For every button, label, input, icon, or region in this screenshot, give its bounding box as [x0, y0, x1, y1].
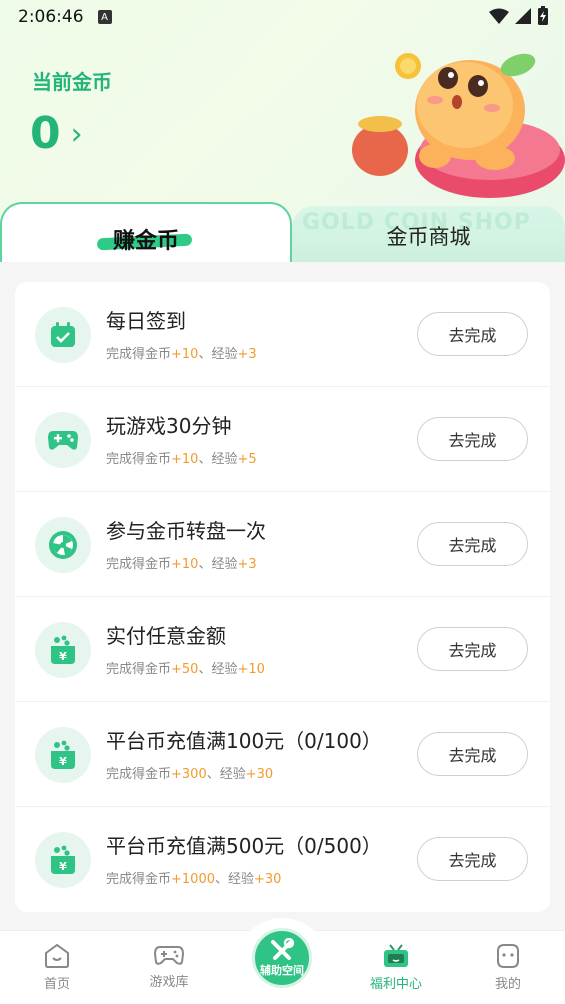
nav-assist-label: 辅助空间: [260, 964, 304, 977]
task-reward: 完成得金币+10、经验+3: [106, 557, 257, 572]
task-reward: 完成得金币+300、经验+30: [106, 767, 274, 782]
tools-icon: [271, 938, 295, 960]
wifi-icon: [489, 8, 509, 24]
coin-label: 当前金币: [32, 70, 112, 94]
task-title: 参与金币转盘一次: [106, 519, 266, 543]
task-item: 参与金币转盘一次 完成得金币+10、经验+3 去完成: [15, 492, 550, 597]
tab-earn-label: 赚金币: [112, 229, 179, 254]
signal-icon: [515, 8, 531, 24]
task-title: 玩游戏30分钟: [106, 414, 232, 438]
nav-assist-space[interactable]: 辅助空间: [252, 928, 312, 988]
yen-pouch-icon: ¥: [35, 727, 91, 783]
go-complete-button[interactable]: 去完成: [417, 417, 528, 461]
go-complete-button[interactable]: 去完成: [417, 312, 528, 356]
nav-mine-label: 我的: [494, 977, 521, 992]
task-list: 每日签到 完成得金币+10、经验+3 去完成 玩游戏30分钟 完成得金币+10、…: [15, 282, 550, 912]
calendar-check-icon: [35, 307, 91, 363]
gamepad-icon: [154, 946, 184, 965]
coin-value: 0: [30, 108, 61, 159]
status-bar: 2:06:46 A: [0, 0, 565, 34]
task-reward: 完成得金币+1000、经验+30: [106, 872, 282, 887]
status-icons: [489, 6, 549, 26]
home-icon: [45, 943, 69, 968]
task-title: 平台币充值满500元（0/500）: [106, 834, 382, 858]
svg-text:¥: ¥: [59, 650, 67, 663]
svg-text:¥: ¥: [59, 860, 67, 873]
task-reward: 完成得金币+10、经验+3: [106, 347, 257, 362]
tab-coin-shop[interactable]: GOLD COIN SHOP 金币商城: [292, 206, 565, 266]
yen-pouch-icon: ¥: [35, 832, 91, 888]
go-complete-button[interactable]: 去完成: [417, 627, 528, 671]
task-item: ¥ 实付任意金额 完成得金币+50、经验+10 去完成: [15, 597, 550, 702]
nav-welfare[interactable]: 福利中心: [356, 943, 436, 992]
go-complete-button[interactable]: 去完成: [417, 522, 528, 566]
notification-a-icon: A: [97, 10, 112, 24]
coin-balance[interactable]: 0 ›: [30, 108, 83, 159]
tab-bar: 赚金币 GOLD COIN SHOP 金币商城: [0, 202, 565, 274]
task-title: 平台币充值满100元（0/100）: [106, 729, 382, 753]
nav-games-label: 游戏库: [149, 975, 189, 990]
nav-home[interactable]: 首页: [17, 943, 97, 992]
peach-mascot-illustration: [352, 53, 565, 198]
task-reward: 完成得金币+10、经验+5: [106, 452, 257, 467]
nav-welfare-label: 福利中心: [369, 977, 422, 992]
go-complete-button[interactable]: 去完成: [417, 732, 528, 776]
yen-pouch-icon: ¥: [35, 622, 91, 678]
wheel-icon: [35, 517, 91, 573]
svg-text:¥: ¥: [59, 755, 67, 768]
task-item: 玩游戏30分钟 完成得金币+10、经验+5 去完成: [15, 387, 550, 492]
chevron-right-icon: ›: [70, 117, 83, 152]
tab-shop-label: 金币商城: [386, 225, 471, 249]
task-item: ¥ 平台币充值满500元（0/500） 完成得金币+1000、经验+30 去完成: [15, 807, 550, 912]
nav-games[interactable]: 游戏库: [129, 943, 209, 990]
battery-icon: [538, 6, 548, 25]
task-title: 每日签到: [106, 309, 186, 333]
task-reward: 完成得金币+50、经验+10: [106, 662, 265, 677]
status-time: 2:06:46: [18, 7, 84, 27]
gamepad-icon: [35, 412, 91, 468]
task-item: ¥ 平台币充值满100元（0/100） 完成得金币+300、经验+30 去完成: [15, 702, 550, 807]
nav-home-label: 首页: [43, 977, 70, 992]
nav-mine[interactable]: 我的: [468, 943, 548, 992]
task-item: 每日签到 完成得金币+10、经验+3 去完成: [15, 282, 550, 387]
gift-tv-icon: [384, 944, 408, 967]
task-title: 实付任意金额: [106, 624, 226, 648]
profile-face-icon: [497, 944, 519, 968]
go-complete-button[interactable]: 去完成: [417, 837, 528, 881]
